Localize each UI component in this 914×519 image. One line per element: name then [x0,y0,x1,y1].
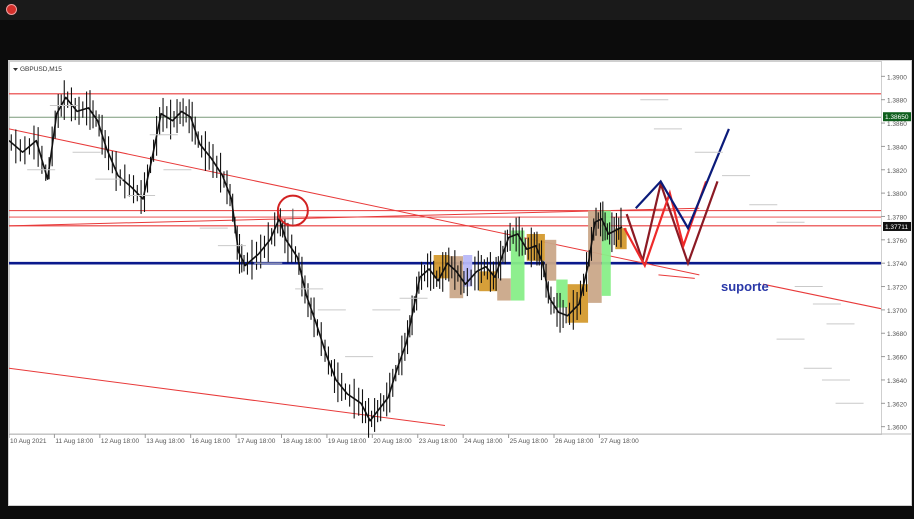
x-tick-label: 18 Aug 18:00 [283,438,322,445]
x-tick-label: 11 Aug 18:00 [55,438,93,445]
y-tick-label: 1.3640 [887,378,907,385]
symbol-label: GBPUSD,M15 [20,66,62,73]
chevron-down-icon[interactable] [13,68,18,71]
x-tick-label: 27 Aug 18:00 [600,438,639,445]
y-tick-label: 1.3880 [887,98,907,105]
y-tick-label: 1.3740 [887,261,907,268]
y-tick-label: 1.3860 [887,121,907,128]
green-zone-box[interactable] [556,279,568,308]
orange-zone-box[interactable] [567,284,589,323]
app-logo-icon[interactable] [6,4,17,15]
x-tick-label: 10 Aug 2021 [10,438,47,445]
y-tick-label: 1.3700 [887,308,907,315]
y-tick-label: 1.3660 [887,355,907,362]
x-tick-label: 16 Aug 18:00 [192,438,231,445]
y-tick-label: 1.3900 [887,74,907,81]
window-title-bar [0,0,914,20]
support-annotation: suporte [721,279,769,294]
x-tick-label: 23 Aug 18:00 [419,438,458,445]
maroon-projection-zigzag[interactable] [625,179,719,267]
x-tick-label: 25 Aug 18:00 [510,438,549,445]
y-tick-label: 1.3620 [887,401,907,408]
current-price-text: 1.37711 [885,224,908,231]
navy-projection-zigzag[interactable] [634,128,730,231]
y-tick-label: 1.3760 [887,238,907,245]
y-tick-label: 1.3600 [887,425,907,432]
price-chart[interactable]: 1.3900 1.3880 1.3860 1.3840 1.3820 1.3800 1.37… [8,61,911,505]
x-tick-label: 17 Aug 18:00 [237,438,276,445]
y-tick-label: 1.3800 [887,191,907,198]
y-tick-label: 1.3840 [887,144,907,151]
y-tick-label: 1.3720 [887,285,907,292]
y-tick-label: 1.3680 [887,331,907,338]
tan-zone-box[interactable] [497,278,511,301]
trendline-extension[interactable] [762,283,882,310]
tan-zone-box[interactable] [544,239,557,281]
x-tick-label: 12 Aug 18:00 [101,438,140,445]
x-tick-label: 13 Aug 18:00 [146,438,185,445]
x-tick-label: 26 Aug 18:00 [555,438,594,445]
trendline[interactable] [658,274,695,279]
trendline[interactable] [8,367,446,426]
x-tick-label: 19 Aug 18:00 [328,438,367,445]
y-tick-label: 1.3820 [887,168,907,175]
y-tick-label: 1.3780 [887,214,907,221]
x-tick-label: 20 Aug 18:00 [373,438,412,445]
chart-window: 1.3900 1.3880 1.3860 1.3840 1.3820 1.3800 1.37… [8,60,912,506]
level-price-text: 1.38650 [885,114,909,121]
x-tick-label: 24 Aug 18:00 [464,438,503,445]
